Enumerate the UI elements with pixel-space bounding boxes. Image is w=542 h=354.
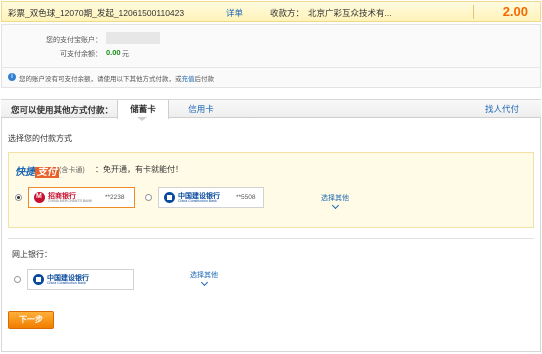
ccb-logo-icon [164, 192, 175, 203]
quick-pay-logo-a: 快捷 [15, 167, 35, 178]
cmb-logo: 招商银行 CHINA MERCHANTS BANK [34, 191, 92, 205]
balance-unit: 元 [122, 51, 129, 58]
balance-value: 0.00 [106, 48, 121, 57]
payee-name: 北京广彩互众技术有... [308, 8, 392, 18]
online-bank-ccb[interactable]: 中国建设银行 China Construction Bank [27, 269, 134, 290]
ccb-logo: 中国建设银行 China Construction Bank [164, 191, 234, 205]
notice-suffix: 后付款 [194, 76, 215, 83]
payee-label: 收款方： [270, 8, 305, 18]
info-icon: i [8, 73, 16, 81]
alipay-account-value [106, 32, 160, 44]
radio-cmb-card[interactable] [15, 194, 22, 201]
notice-prefix: 您的账户没有可支付余额，请使用以下其他方式付款，或 [19, 76, 182, 83]
tab-pay-for-me[interactable]: 找人代付 [477, 100, 527, 118]
payment-tabs: 您可以使用其他方式付款： 储蓄卡 信用卡 找人代付 [1, 99, 541, 119]
order-bar-divider [473, 5, 474, 19]
tabs-label: 您可以使用其他方式付款： [11, 105, 114, 115]
cmb-logo-icon [34, 192, 45, 203]
online-ccb-bank-name-en: China Construction Bank [47, 281, 86, 285]
tab-credit-card[interactable]: 信用卡 [177, 100, 225, 118]
chevron-down-icon [331, 201, 339, 210]
cmb-card-number: **2238 [105, 194, 125, 201]
quick-pay-slogan: ：免开通，有卡就能付！ [95, 165, 183, 174]
quick-pay-logo: 快捷 支付 [15, 163, 59, 178]
radio-ccb-card[interactable] [145, 194, 152, 201]
quick-pay-section: 快捷支付 (含卡通) ：免开通，有卡就能付！ 招商银行 CHINA MERCHA… [8, 152, 534, 228]
online-bank-title: 网上银行： [12, 250, 52, 259]
order-summary-bar: 彩票_双色球_12070期_发起_12061500110423 详单 收款方： … [1, 1, 541, 22]
online-divider [8, 238, 534, 239]
ccb-card-number: **5508 [236, 194, 256, 201]
quick-choose-other[interactable]: 选择其他 [321, 193, 349, 210]
bank-card-ccb[interactable]: 中国建设银行 China Construction Bank **5508 [158, 187, 264, 208]
recharge-link[interactable]: 充值 [182, 76, 195, 83]
online-ccb-logo: 中国建设银行 China Construction Bank [33, 273, 103, 287]
online-ccb-logo-icon [33, 274, 44, 285]
cmb-bank-name-en: CHINA MERCHANTS BANK [48, 199, 93, 203]
order-amount: 2.00 [502, 4, 528, 19]
account-info-panel: 您的支付宝账户： 可支付余额： 0.00 元 i 您的账户没有可支付余额，请使用… [1, 24, 541, 88]
online-choose-other[interactable]: 选择其他 [190, 270, 218, 287]
notice-divider [2, 67, 540, 68]
order-detail-link[interactable]: 详单 [226, 7, 243, 19]
balance-label: 可支付余额： [60, 51, 102, 58]
balance-notice: 您的账户没有可支付余额，请使用以下其他方式付款，或充值后付款 [19, 73, 214, 83]
payment-content: 选择您的付款方式 快捷支付 (含卡通) ：免开通，有卡就能付！ 招商银行 CHI… [1, 118, 541, 352]
quick-pay-sub: (含卡通) [59, 167, 85, 174]
chevron-down-icon [200, 278, 208, 287]
order-title: 彩票_双色球_12070期_发起_12061500110423 [8, 8, 185, 18]
next-step-button[interactable]: 下一步 [8, 311, 54, 329]
ccb-bank-name-en: China Construction Bank [178, 199, 217, 203]
radio-online-ccb[interactable] [14, 276, 21, 283]
section-title: 选择您的付款方式 [8, 134, 72, 143]
quick-pay-logo-b: 支付 [35, 167, 59, 178]
bank-card-cmb[interactable]: 招商银行 CHINA MERCHANTS BANK **2238 [28, 187, 135, 208]
alipay-account-label: 您的支付宝账户： [46, 37, 102, 44]
